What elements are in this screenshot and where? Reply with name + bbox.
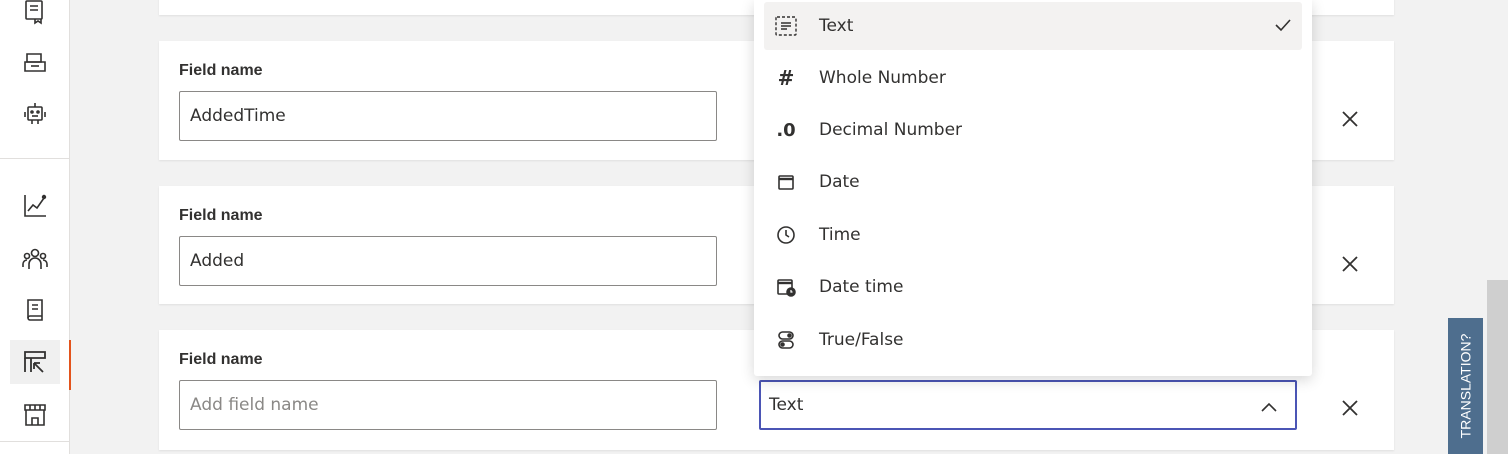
sidebar-divider [0,158,69,159]
copy-table-icon[interactable] [10,0,60,34]
field-name-input[interactable]: AddedTime [179,91,717,141]
option-label: Decimal Number [819,120,963,140]
feedback-tab-label: TRANSLATION? [1457,333,1474,439]
option-label: True/False [819,330,904,350]
option-label: Whole Number [819,68,946,88]
type-option-whole-number[interactable]: # Whole Number [764,54,1302,102]
type-option-true-false[interactable]: True/False [764,316,1302,364]
remove-field-close-icon[interactable] [1339,397,1361,419]
option-label: Time [819,225,861,245]
option-label: Date time [819,277,904,297]
robot-icon[interactable] [10,92,60,136]
checkmark-icon [1274,16,1292,39]
database-icon[interactable] [10,40,60,84]
decimal-icon: .0 [776,119,796,141]
remove-field-close-icon[interactable] [1339,253,1361,275]
text-field-icon [775,15,797,37]
field-name-label: Field name [179,207,263,224]
option-label: Text [819,16,854,36]
field-name-label: Field name [179,351,263,368]
field-type-select[interactable]: Text [759,380,1297,430]
feedback-tab[interactable]: TRANSLATION? [1448,318,1483,454]
book-icon[interactable] [10,289,60,333]
type-option-text[interactable]: Text [764,2,1302,50]
type-option-date[interactable]: Date [764,158,1302,206]
option-label: Date [819,172,860,192]
clock-icon [775,224,797,246]
line-chart-icon[interactable] [10,184,60,228]
people-icon[interactable] [10,237,60,281]
type-option-decimal-number[interactable]: .0 Decimal Number [764,106,1302,154]
remove-field-close-icon[interactable] [1339,108,1361,130]
calendar-clock-icon [775,276,797,298]
field-type-value: Text [769,395,804,415]
field-name-input[interactable]: Added [179,236,717,286]
toggle-icon [775,329,797,351]
field-name-input[interactable]: Add field name [179,380,717,430]
left-nav-sidebar [0,0,71,454]
type-option-date-time[interactable]: Date time [764,263,1302,311]
hash-icon: # [777,66,795,90]
table-import-icon[interactable] [10,340,71,390]
storefront-icon[interactable] [10,393,60,437]
chevron-up-icon [1261,397,1277,417]
field-name-label: Field name [179,62,263,79]
scrollbar-thumb[interactable] [1487,280,1508,454]
calendar-icon [775,171,797,193]
type-option-time[interactable]: Time [764,211,1302,259]
field-type-dropdown: Text # Whole Number .0 Decimal Number Da… [754,0,1312,376]
sidebar-divider [0,441,69,442]
